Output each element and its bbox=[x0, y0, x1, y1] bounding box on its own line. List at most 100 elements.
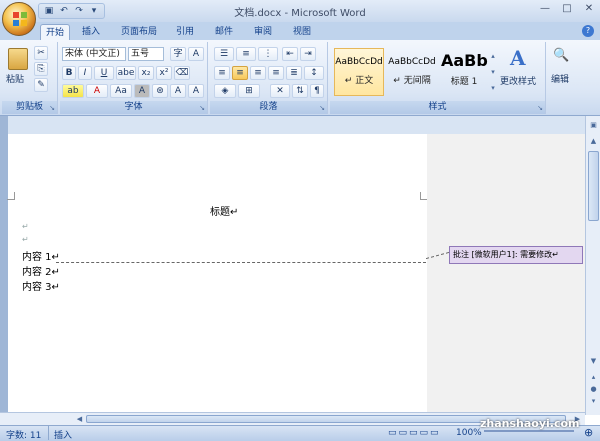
format-painter-icon[interactable]: ✎ bbox=[34, 78, 48, 92]
tab-home[interactable]: 开始 bbox=[40, 24, 70, 40]
heading-line[interactable]: 标题↵ bbox=[210, 203, 238, 218]
copy-icon[interactable]: ⎘ bbox=[34, 62, 48, 76]
align-right-icon[interactable]: ≡ bbox=[250, 66, 266, 80]
select-browse-object-icon[interactable]: ● bbox=[588, 384, 599, 395]
distributed-icon[interactable]: ≣ bbox=[286, 66, 302, 80]
tab-insert[interactable]: 插入 bbox=[78, 24, 104, 40]
tab-view[interactable]: 视图 bbox=[289, 24, 315, 40]
help-icon[interactable]: ? bbox=[582, 25, 594, 37]
tab-references[interactable]: 引用 bbox=[172, 24, 198, 40]
tab-page-layout[interactable]: 页面布局 bbox=[118, 24, 160, 40]
chinese-layout-icon[interactable]: ✕ bbox=[270, 84, 290, 98]
ruler-toggle-icon[interactable]: ▣ bbox=[588, 120, 599, 131]
phonetic-guide-icon[interactable]: 字 bbox=[170, 47, 186, 61]
multilevel-list-icon[interactable]: ⋮ bbox=[258, 47, 278, 61]
content-line-1[interactable]: 内容 1↵ bbox=[22, 248, 60, 263]
subscript-button[interactable]: x₂ bbox=[138, 66, 154, 80]
insert-mode[interactable]: 插入 bbox=[54, 428, 72, 441]
zoom-slider[interactable] bbox=[484, 430, 574, 432]
ribbon: 粘贴 ✂ ⎘ ✎ 剪贴板 ↘ 宋体 (中文正) 五号 字 A B I U abe… bbox=[0, 40, 600, 116]
view-buttons[interactable]: ▭▭▭▭▭ bbox=[388, 428, 441, 438]
heading-text: 标题↵ bbox=[210, 207, 239, 218]
paste-icon[interactable] bbox=[8, 48, 28, 70]
scroll-left-icon[interactable]: ◀ bbox=[74, 414, 85, 425]
style-heading-1[interactable]: AaBb 标题 1 bbox=[440, 48, 488, 96]
numbering-icon[interactable]: ≡ bbox=[236, 47, 256, 61]
cut-icon[interactable]: ✂ bbox=[34, 46, 48, 60]
office-logo-icon bbox=[13, 12, 27, 26]
shrink-font-button[interactable]: A bbox=[188, 84, 204, 98]
tab-review[interactable]: 审阅 bbox=[250, 24, 276, 40]
shading-icon[interactable]: ◈ bbox=[214, 84, 236, 98]
editing-button[interactable]: 编辑 bbox=[551, 72, 569, 85]
superscript-button[interactable]: x² bbox=[156, 66, 172, 80]
styles-group-label: 样式 bbox=[330, 101, 545, 114]
dialog-launcher-icon[interactable]: ↘ bbox=[49, 104, 55, 112]
style-name: ↵ 无间隔 bbox=[393, 76, 431, 86]
zoom-in-icon[interactable]: ⊕ bbox=[584, 426, 593, 439]
italic-button[interactable]: I bbox=[78, 66, 92, 80]
close-button[interactable]: ✕ bbox=[578, 0, 600, 18]
dialog-launcher-icon[interactable]: ↘ bbox=[199, 104, 205, 112]
change-styles-icon[interactable]: A bbox=[510, 46, 526, 70]
sort-icon[interactable]: ⇅ bbox=[292, 84, 308, 98]
font-size-select[interactable]: 五号 bbox=[128, 47, 164, 61]
character-shading-button[interactable]: A bbox=[134, 84, 150, 98]
change-styles-button[interactable]: 更改样式 bbox=[500, 74, 536, 87]
bold-button[interactable]: B bbox=[62, 66, 76, 80]
document-page[interactable]: 标题↵ ↵ ↵ 内容 1↵ 内容 2↵ 内容 3↵ bbox=[7, 134, 428, 412]
align-left-icon[interactable]: ≡ bbox=[214, 66, 230, 80]
font-group-label: 字体 bbox=[60, 101, 207, 114]
find-icon[interactable]: 🔍 bbox=[553, 48, 569, 63]
dialog-launcher-icon[interactable]: ↘ bbox=[319, 104, 325, 112]
strikethrough-button[interactable]: abe bbox=[116, 66, 136, 80]
comment-balloon[interactable]: 批注 [微软用户1]: 需要修改↵ bbox=[449, 246, 583, 264]
title-bar: ▣ ↶ ↷ ▾ 文档.docx - Microsoft Word — □ ✕ bbox=[0, 0, 600, 22]
change-case-button[interactable]: Aa bbox=[110, 84, 132, 98]
style-normal[interactable]: AaBbCcDd ↵ 正文 bbox=[334, 48, 384, 96]
grow-font-button[interactable]: A bbox=[170, 84, 186, 98]
show-marks-icon[interactable]: ¶ bbox=[310, 84, 324, 98]
font-color-button[interactable]: A bbox=[86, 84, 108, 98]
word-count[interactable]: 字数: 11 bbox=[6, 428, 41, 441]
tab-mailings[interactable]: 邮件 bbox=[211, 24, 237, 40]
scroll-down-icon[interactable]: ▼ bbox=[588, 356, 599, 367]
next-page-icon[interactable]: ▾ bbox=[588, 396, 599, 407]
top-bar bbox=[0, 116, 585, 134]
borders-icon[interactable]: ⊞ bbox=[238, 84, 260, 98]
decrease-indent-icon[interactable]: ⇤ bbox=[282, 47, 298, 61]
content-line-3[interactable]: 内容 3↵ bbox=[22, 278, 60, 293]
align-center-icon[interactable]: ≡ bbox=[232, 66, 248, 80]
paste-button[interactable]: 粘贴 bbox=[6, 72, 24, 85]
zoom-level[interactable]: 100% bbox=[456, 428, 482, 438]
font-name-select[interactable]: 宋体 (中文正) bbox=[62, 47, 126, 61]
style-no-spacing[interactable]: AaBbCcDd ↵ 无间隔 bbox=[387, 48, 437, 96]
clear-formatting-icon[interactable]: ⌫ bbox=[174, 66, 190, 80]
style-sample: AaBbCcDd bbox=[388, 57, 436, 67]
dialog-launcher-icon[interactable]: ↘ bbox=[537, 104, 543, 112]
styles-scroll[interactable]: ▴ ▾ ▾ bbox=[488, 48, 498, 96]
minimize-button[interactable]: — bbox=[534, 0, 556, 18]
character-border-icon[interactable]: A bbox=[188, 47, 204, 61]
page-corner-mark bbox=[7, 192, 15, 200]
maximize-button[interactable]: □ bbox=[556, 0, 578, 18]
increase-indent-icon[interactable]: ⇥ bbox=[300, 47, 316, 61]
vertical-scroll-thumb[interactable] bbox=[588, 151, 599, 221]
previous-page-icon[interactable]: ▴ bbox=[588, 372, 599, 383]
scroll-up-icon[interactable]: ▲ bbox=[588, 136, 599, 147]
style-name: 标题 1 bbox=[450, 77, 478, 87]
highlight-icon[interactable]: ab bbox=[62, 84, 84, 98]
vertical-scrollbar[interactable]: ▣ ▲ ▼ ▴ ● ▾ bbox=[585, 116, 600, 415]
bullets-icon[interactable]: ☰ bbox=[214, 47, 234, 61]
styles-group: AaBbCcDd ↵ 正文 AaBbCcDd ↵ 无间隔 AaBb 标题 1 ▴… bbox=[330, 42, 546, 114]
content-line-2[interactable]: 内容 2↵ bbox=[22, 263, 60, 278]
style-name: ↵ 正文 bbox=[344, 76, 374, 86]
office-button[interactable] bbox=[2, 2, 36, 36]
enclose-character-icon[interactable]: ⊛ bbox=[152, 84, 168, 98]
justify-icon[interactable]: ≡ bbox=[268, 66, 284, 80]
line-spacing-icon[interactable]: ↕ bbox=[304, 66, 324, 80]
markup-area bbox=[427, 134, 585, 412]
window-title: 文档.docx - Microsoft Word bbox=[234, 8, 366, 19]
underline-button[interactable]: U bbox=[94, 66, 114, 80]
clipboard-group: 粘贴 ✂ ⎘ ✎ 剪贴板 ↘ bbox=[2, 42, 58, 114]
